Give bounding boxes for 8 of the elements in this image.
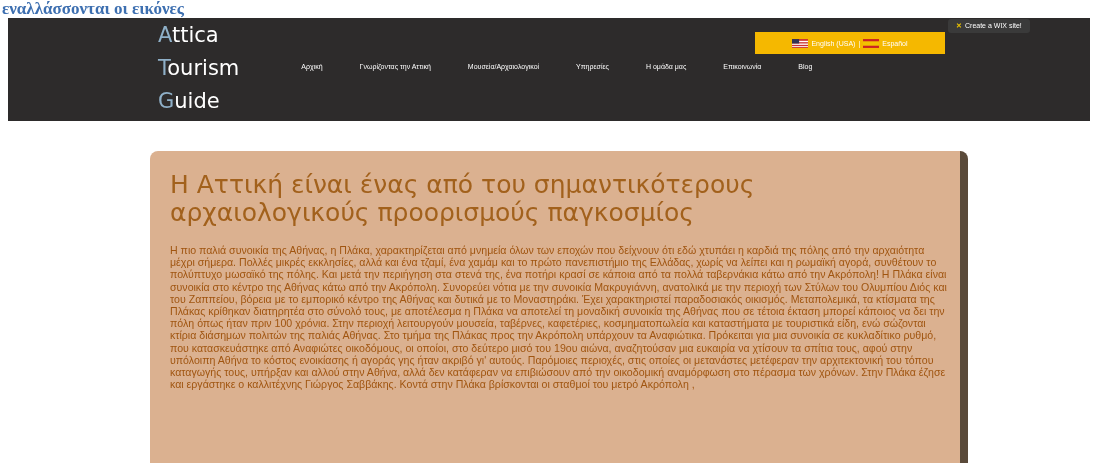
article-text: Η πιο παλιά συνοικία της Αθήνας, η Πλάκα, χαρακτηρίζεται από μνημεία όλων των εποχών που δείχνουν ότι εδώ χτυπάει η καρδιά της πόλης από την αρχαιότητα μέχρι σήμερα. Πολλές μικρές εκκλησίες, αλλά και ένα τζαμί, ένα χαμάμ και το πρώτο πανεπιστήμιο της Ελλάδας, χωρίς να λείπει και η ρωμαϊκή αγορά, συνθέτουν το πολύπτυχο μωσαϊκό της πόλης. Και μετά την περιήγηση στα στενά της, ένα ποτήρι κρασί σε κάποια από τα πολλά ταβερνάκια κάτω από την Ακρόπολη! Η Πλάκα είναι συνοικία στο κέντρο της Αθήνας κάτω από την Ακρόπολη. Συνορεύει νότια με την συνοικία Μακρυγιάννη, ανατολικά με την περιοχή των Στύλων του Ολυμπίου Διός και του Ζαππείου, βόρεια με το εμπορικό κέντρο της Αθήνας και δυτικά με το Μοναστηράκι. Έχει χαρακτηριστεί παραδοσιακός οικισμός. Μεταπολεμικά, τα κτίσματα της Πλάκας κρίθηκαν διατηρητέα στο σύνολό τους, με αποτέλεσμα η Πλάκα να αποτελεί τη μοναδική συνοικία της Αθήνας που σε τέτοια έκταση μπορεί κάποιος να δει την πόλη όπως ήταν πριν 100 χρόνια. Στην περιοχή λειτουργούν μουσεία, ταβέρνες, καφετέριες, κοσμηματοπωλεία και καταστήματα με τουριστικά είδη, ενώ σώζονται κτίρια διάσημων πολιτών της παλιάς Αθήνας. Στο τμήμα της Πλάκας προς την Ακρόπολη υπάρχουν τα Αναφιώτικα. Πρόκειται για μια συνοικία σε κυκλαδίτικο ρυθμό, που κατασκευάστηκε από Αναφιώτες οικοδόμους, οι οποίοι, στο δεύτερο μισό του 19ου αιώνα, αναζητούσαν μια ευκαιρία να χτίσουν τα σπίτια τους, αφού στην υπόλοιπη Αθήνα το κόστος ενοικίασης ή αγοράς γης ήταν ακριβό γι' αυτούς. Παρόμοιες περιοχές, στις οποίες οι μετανάστες μετέφεραν την αρχιτεκτονική του τόπου καταγωγής τους, υπήρξαν και αλλού στην Αθήνα, αλλά δεν κατάφεραν να επιβιώσουν από την οικοδομική αναμόρφωση στο πέρασμα των χρόνων. Στην Πλάκα έζησε και εργάστηκε ο καλλιτέχνης Γιώργος Σαββάκης. Κοντά στην Πλάκα βρίσκονται οι σταθμοί του μετρό Ακρόπολη , bbox=[170, 244, 948, 391]
spain-flag-icon bbox=[863, 38, 880, 48]
article-title: Η Αττική είναι ένας από του σημαντικότερους αρχαιολογικούς προορισμούς παγκοσμίος bbox=[170, 171, 756, 227]
page-heading: εναλλάσσονται οι εικόνες bbox=[1, 0, 185, 18]
us-flag-icon bbox=[792, 38, 809, 48]
logo-text[interactable]: Attica bbox=[158, 19, 240, 52]
logo-text[interactable]: Tourism bbox=[158, 52, 240, 85]
logo-text[interactable]: Guide bbox=[158, 85, 240, 118]
